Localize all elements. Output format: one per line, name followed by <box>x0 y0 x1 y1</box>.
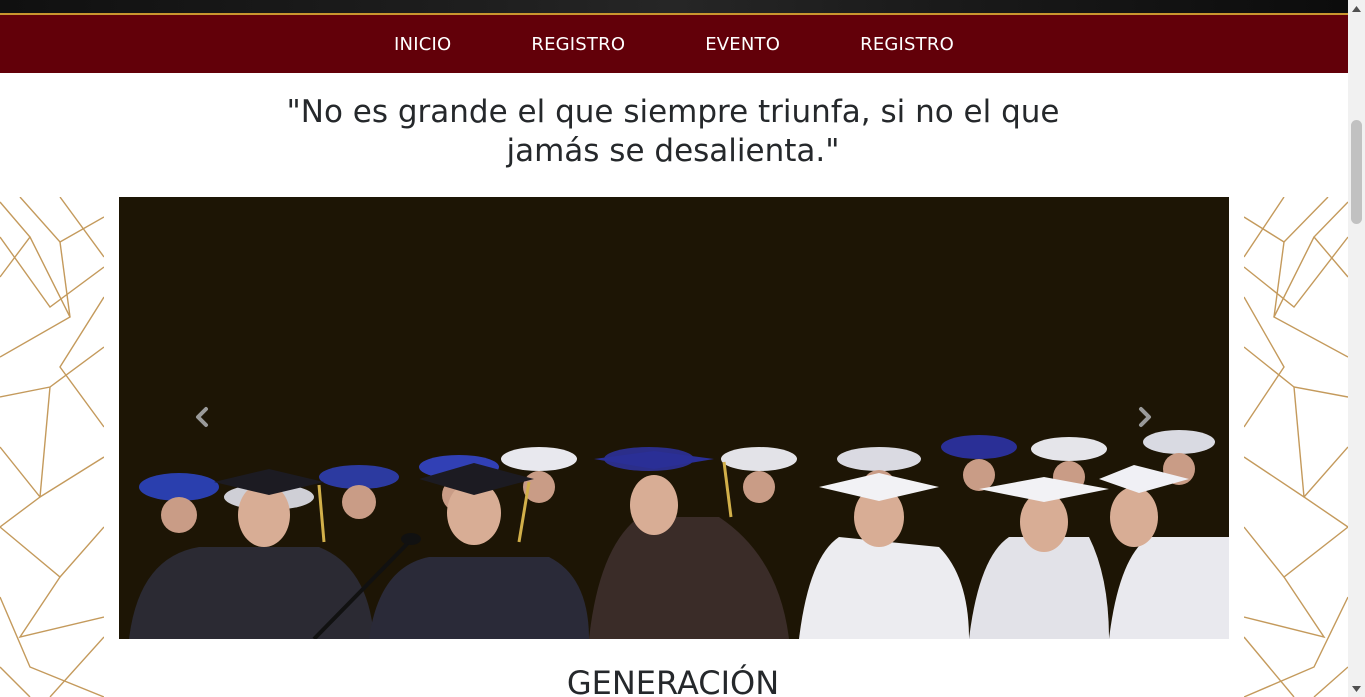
carousel-prev-button[interactable] <box>182 397 222 437</box>
scroll-down-arrow-icon[interactable] <box>1348 680 1365 697</box>
page: INICIO REGISTRO EVENTO REGISTRO "No es g… <box>0 0 1365 697</box>
carousel-next-button[interactable] <box>1125 397 1165 437</box>
chevron-right-icon <box>1139 407 1151 427</box>
chevron-left-icon <box>196 407 208 427</box>
graduates-photo <box>119 197 1229 639</box>
quote-heading: "No es grande el que siempre triunfa, si… <box>286 94 1060 169</box>
nav-link-registro-2[interactable]: REGISTRO <box>820 34 994 55</box>
scrollbar-thumb[interactable] <box>1351 120 1362 224</box>
vertical-scrollbar[interactable] <box>1348 0 1365 697</box>
nav-link-evento[interactable]: EVENTO <box>665 34 820 55</box>
left-decorative-pattern <box>0 197 104 697</box>
right-decorative-pattern <box>1244 197 1348 697</box>
image-carousel <box>119 197 1229 639</box>
nav-link-registro[interactable]: REGISTRO <box>491 34 665 55</box>
main-navbar: INICIO REGISTRO EVENTO REGISTRO <box>0 13 1348 73</box>
nav-link-inicio[interactable]: INICIO <box>354 34 491 55</box>
header-image-strip <box>0 0 1348 13</box>
scroll-up-arrow-icon[interactable] <box>1348 0 1365 17</box>
section-title: GENERACIÓN <box>566 664 780 697</box>
